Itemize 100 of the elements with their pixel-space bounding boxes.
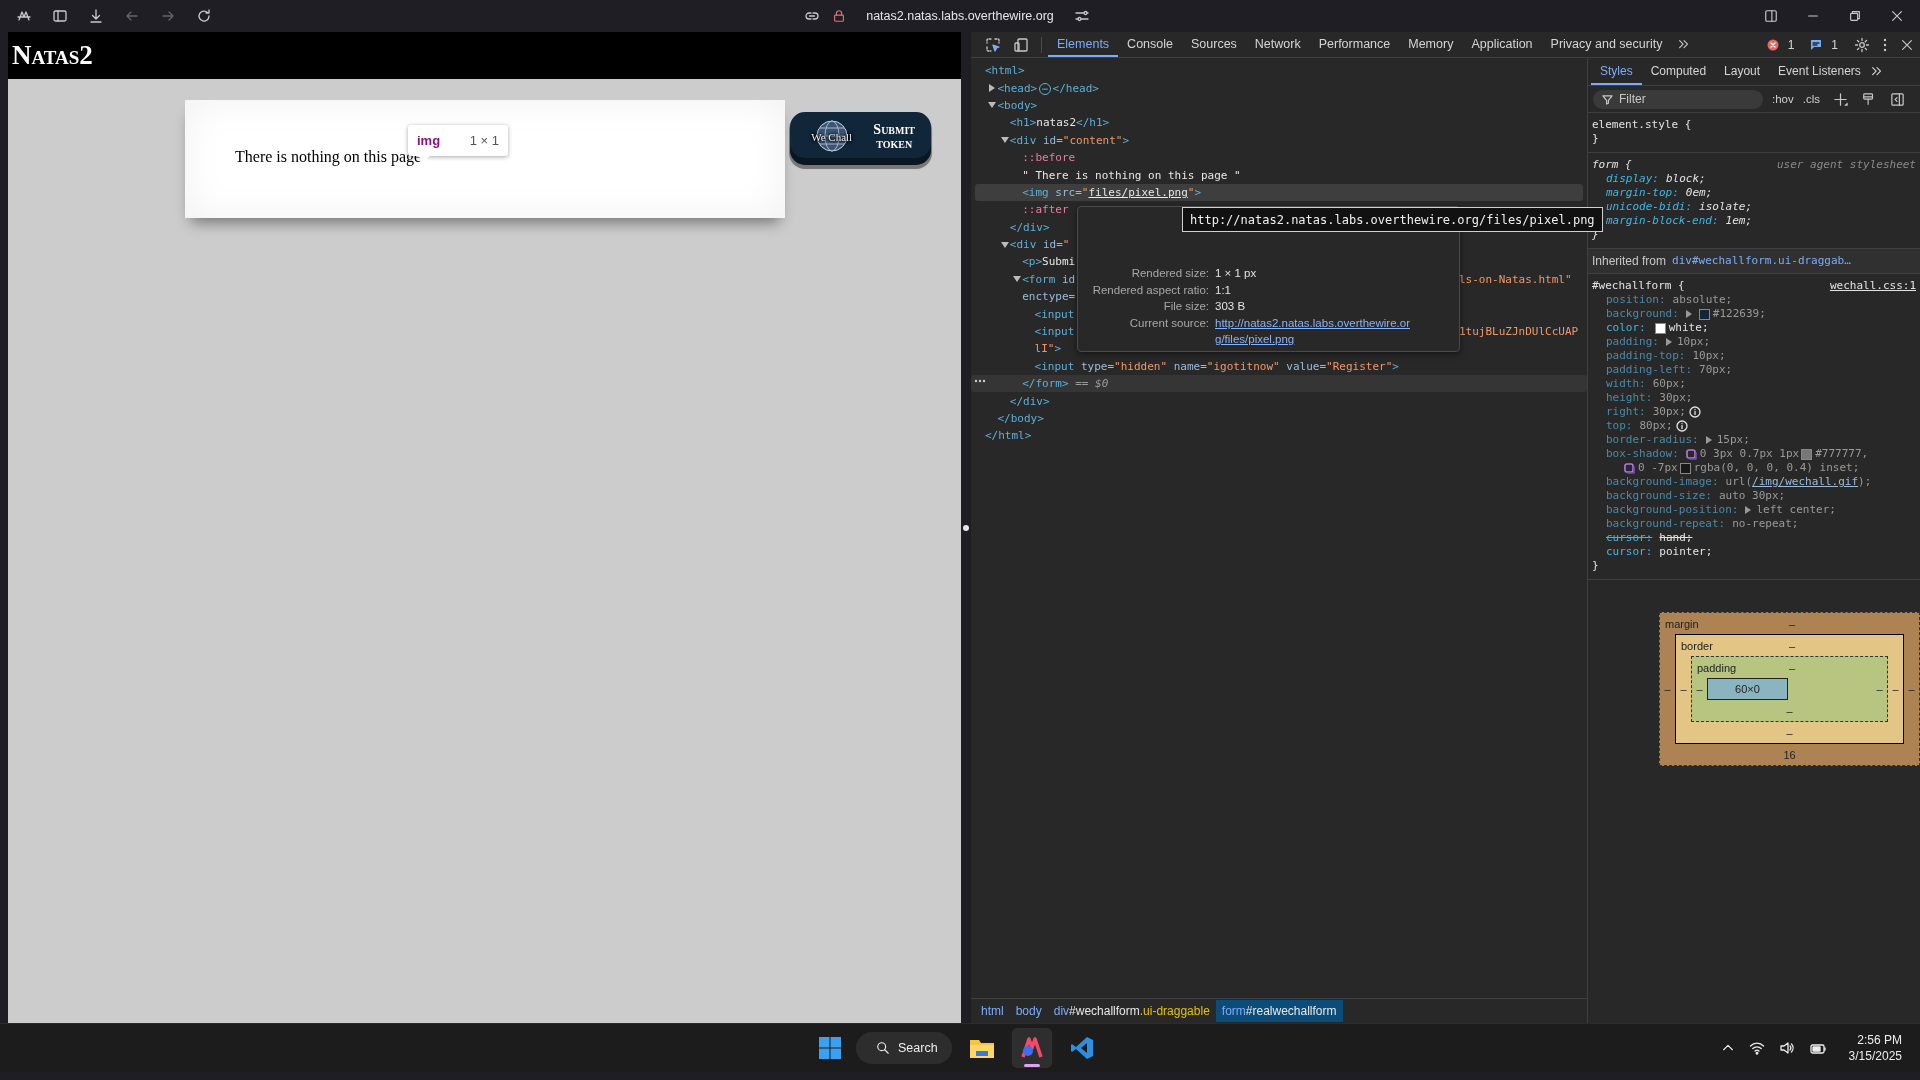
devtools-tab[interactable]: Sources [1182, 32, 1246, 57]
expand-arrow-icon[interactable] [1745, 506, 1752, 514]
expand-arrow-icon[interactable] [1666, 338, 1672, 346]
css-value: 1em; [1725, 214, 1753, 228]
sidebar-icon[interactable] [52, 8, 68, 24]
expand-arrow-icon[interactable] [1685, 310, 1692, 318]
paint-brush-icon[interactable] [1862, 91, 1876, 107]
caret-down-icon[interactable] [1000, 241, 1009, 248]
preview-value: 1:1 [1215, 282, 1232, 298]
shadow-editor-icon[interactable] [1685, 448, 1697, 460]
start-button[interactable] [818, 1036, 842, 1060]
sidebar-toggle-icon[interactable] [1890, 91, 1905, 107]
caret-down-icon[interactable] [1013, 276, 1022, 283]
source-link[interactable]: wechall.css:1 [1829, 279, 1916, 293]
devtools-tab[interactable]: Network [1245, 32, 1310, 57]
split-view-icon[interactable] [1764, 9, 1778, 23]
expand-arrow-icon[interactable] [1705, 436, 1712, 444]
css-selector: element.style { [1592, 118, 1692, 132]
devtools-tab[interactable]: Memory [1399, 32, 1463, 57]
color-swatch[interactable] [1654, 322, 1666, 334]
message-count[interactable]: 1 [1804, 37, 1838, 52]
css-property: padding-left: [1606, 363, 1693, 377]
styles-tab[interactable]: Styles [1591, 58, 1642, 85]
devtools-tab[interactable]: Privacy and security [1541, 32, 1672, 57]
device-toolbar-icon[interactable] [1013, 36, 1029, 53]
color-swatch[interactable] [1801, 448, 1813, 460]
error-count[interactable]: 1 [1760, 37, 1795, 52]
box-value: – [1876, 683, 1883, 695]
css-property: background-image: [1606, 475, 1719, 489]
reload-icon[interactable] [196, 8, 212, 24]
submit-token-button[interactable]: We Chall Submit token [790, 112, 931, 165]
caret-right-icon[interactable] [989, 84, 996, 93]
inspect-element-icon[interactable] [985, 36, 1001, 53]
css-property: display: [1606, 172, 1659, 186]
css-value: block; [1666, 172, 1706, 186]
folder-icon[interactable] [969, 1037, 995, 1059]
search-button[interactable]: Search [856, 1032, 952, 1064]
css-value: rgba(0, 0, 0, 0.4) [1693, 461, 1813, 475]
resize-handle[interactable] [963, 524, 969, 531]
css-value: 15px; [1716, 433, 1750, 447]
logo-text: We Chall [811, 130, 853, 143]
toggle-button[interactable]: .cls [1802, 93, 1820, 105]
tune-icon[interactable] [1073, 8, 1090, 24]
lock-icon[interactable] [832, 9, 847, 23]
volume-icon[interactable] [1778, 1040, 1795, 1056]
add-rule-icon[interactable] [1833, 91, 1848, 107]
color-swatch[interactable] [1698, 308, 1710, 320]
filter-field[interactable]: Filter [1593, 89, 1763, 109]
more-icon[interactable] [974, 379, 986, 384]
info-icon[interactable] [1688, 406, 1701, 418]
shadow-editor-icon[interactable] [1624, 462, 1635, 474]
devtools-tab[interactable]: Application [1462, 32, 1542, 57]
clock-date[interactable]: 3/15/2025 [1848, 1048, 1902, 1064]
devtools-tab[interactable]: Performance [1309, 32, 1400, 57]
styles-tab[interactable]: Event Listeners [1769, 58, 1870, 85]
caret-down-icon[interactable] [988, 102, 997, 109]
more-options-icon[interactable] [1882, 37, 1888, 52]
css-value: 0 -7px [1638, 461, 1678, 475]
code-line: <input type="hidden" name="igotitnow" value="Register"> [1034, 359, 1399, 373]
preview-value: 1 × 1 px [1215, 266, 1258, 281]
devtools-tab[interactable]: Console [1118, 32, 1182, 57]
css-value: #122639 [1712, 307, 1760, 321]
info-icon[interactable] [1675, 420, 1688, 432]
close-icon[interactable] [1900, 37, 1914, 52]
breadcrumb[interactable]: html [975, 1000, 1010, 1022]
preview-label: Current source: [1128, 315, 1209, 331]
stylesheet-origin: user agent stylesheet [1776, 158, 1916, 172]
box-value: – [1664, 683, 1671, 695]
code-line: </form> == $0 [1022, 377, 1109, 391]
css-value: 70px; [1699, 363, 1733, 377]
wifi-icon[interactable] [1748, 1040, 1765, 1056]
css-property: margin-block-end: [1606, 214, 1719, 228]
styles-tab[interactable]: Layout [1715, 58, 1770, 85]
css-property: box-shadow: [1606, 447, 1679, 461]
styles-tab[interactable]: Computed [1641, 58, 1716, 85]
clock-time[interactable]: 2:56 PM [1857, 1032, 1902, 1048]
toggle-button[interactable]: :hov [1772, 93, 1794, 105]
settings-icon[interactable] [1854, 36, 1870, 53]
restore-icon[interactable] [1848, 9, 1862, 23]
source-link[interactable]: http://natas2.natas.labs.overthewire.org/files/pixel.png [1215, 314, 1415, 348]
color-swatch[interactable] [1679, 462, 1691, 474]
breadcrumb[interactable]: div#wechallform.ui-draggable [1047, 1000, 1216, 1022]
download-icon[interactable] [88, 8, 104, 24]
devtools-tab[interactable]: Elements [1048, 32, 1119, 57]
css-link[interactable]: /img/wechall.gif [1752, 475, 1859, 488]
css-property: margin-top: [1606, 186, 1679, 200]
breadcrumb[interactable]: body [1009, 1000, 1048, 1022]
box-value: – [1788, 617, 1796, 630]
css-property: background: [1606, 307, 1679, 321]
close-icon[interactable] [1890, 9, 1904, 23]
address-bar[interactable]: natas2.natas.labs.overthewire.org [858, 9, 1062, 23]
element-link[interactable]: div#wechallform.ui-draggab… [1672, 254, 1851, 268]
code-line: enctype= [1022, 290, 1076, 304]
code-editor-icon[interactable] [1070, 1036, 1094, 1060]
caret-down-icon[interactable] [1000, 137, 1009, 144]
code-line: </html> [985, 429, 1032, 443]
css-property: color: [1606, 321, 1646, 335]
inherited-label: Inherited from [1592, 254, 1667, 268]
breadcrumb[interactable]: form#realwechallform [1215, 1000, 1343, 1022]
css-value: auto 30px; [1718, 489, 1786, 503]
